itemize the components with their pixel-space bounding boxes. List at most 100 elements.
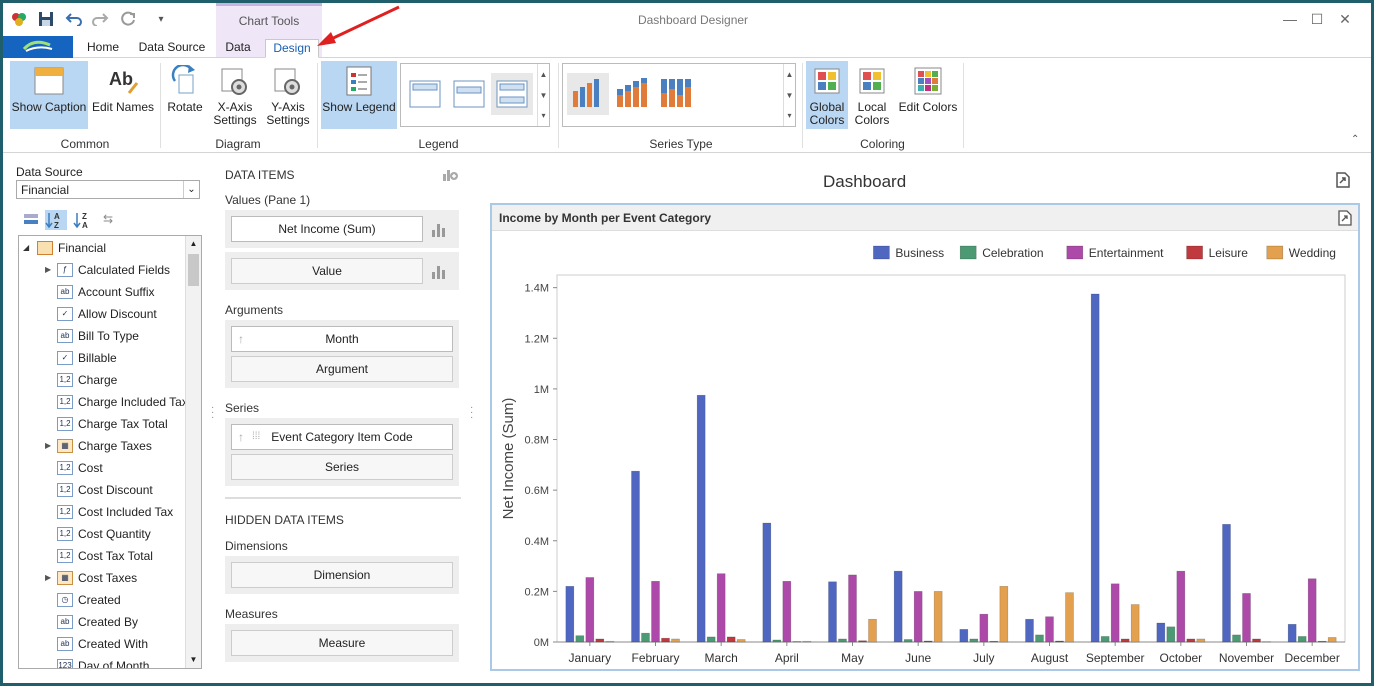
- refresh-icon[interactable]: [118, 10, 138, 28]
- measure-placeholder[interactable]: Measure: [231, 630, 453, 656]
- data-source-select[interactable]: Financial ⌄: [16, 180, 200, 199]
- refresh-fields-icon[interactable]: ⇆: [103, 212, 119, 228]
- field-list-item-label: Cost Included Tax: [78, 505, 174, 519]
- field-list-item[interactable]: 1,2 Cost Included Tax: [19, 501, 185, 523]
- field-list-item[interactable]: 1,2 Charge Tax Total: [19, 413, 185, 435]
- series-type-full-stacked-option[interactable]: [655, 73, 697, 115]
- minimize-button[interactable]: —: [1278, 9, 1302, 29]
- field-list-item-label: Cost: [78, 461, 103, 475]
- legend-swatch: [1066, 245, 1084, 260]
- bar-wedding-october: [1196, 638, 1206, 643]
- field-list-item[interactable]: 1,2 Cost Quantity: [19, 523, 185, 545]
- dimension-placeholder[interactable]: Dimension: [231, 562, 453, 588]
- show-caption-button[interactable]: Show Caption: [10, 61, 88, 129]
- expand-arrow-icon[interactable]: ▶: [45, 435, 51, 457]
- field-list-item[interactable]: 123 Day of Month: [19, 655, 185, 668]
- x-axis-settings-button[interactable]: X-Axis Settings: [210, 61, 260, 129]
- data-source-value: Financial: [21, 183, 70, 197]
- field-list-item[interactable]: ▶ ƒ Calculated Fields: [19, 259, 185, 281]
- field-list-item[interactable]: ab Bill To Type: [19, 325, 185, 347]
- local-colors-button[interactable]: Local Colors: [851, 61, 893, 129]
- save-icon[interactable]: [36, 10, 56, 28]
- customize-qat-icon[interactable]: ▾: [151, 10, 171, 28]
- x-axis-tick-label: July: [973, 651, 994, 665]
- legend-position-option[interactable]: [448, 73, 490, 115]
- field-list-item[interactable]: ◷ Created: [19, 589, 185, 611]
- field-list-item[interactable]: ✓ Billable: [19, 347, 185, 369]
- grid-icon: ⁞⁞⁞: [252, 431, 261, 442]
- field-list-item[interactable]: ✓ Allow Discount: [19, 303, 185, 325]
- field-list-item[interactable]: 1,2 Cost Discount: [19, 479, 185, 501]
- field-list-item[interactable]: 1,2 Cost Tax Total: [19, 545, 185, 567]
- ribbon: Show Caption Ab Edit Names Common Rotate…: [3, 58, 1371, 153]
- tab-data-source[interactable]: Data Source: [137, 39, 207, 58]
- edit-names-button[interactable]: Ab Edit Names: [91, 61, 155, 129]
- series-placeholder[interactable]: Series: [231, 454, 453, 480]
- dashboard-title: Dashboard: [823, 172, 907, 191]
- legend-position-option[interactable]: [404, 73, 446, 115]
- export-dashboard-icon[interactable]: [1334, 171, 1352, 189]
- scroll-thumb: [188, 254, 199, 286]
- x-axis-tick-label: June: [905, 651, 931, 665]
- show-legend-button[interactable]: Show Legend: [321, 61, 397, 129]
- field-list-item[interactable]: 1,2 Charge: [19, 369, 185, 391]
- collapse-ribbon-icon[interactable]: ⌃: [1351, 134, 1359, 145]
- legend-position-option-selected[interactable]: [491, 73, 533, 115]
- field-list-item[interactable]: ▶ ▦ Cost Taxes: [19, 567, 185, 589]
- bar-entertainment-september: [1110, 583, 1120, 643]
- field-list-item[interactable]: ab Created With: [19, 633, 185, 655]
- argument-placeholder[interactable]: Argument: [231, 356, 453, 382]
- field-list-item-label: Cost Taxes: [78, 571, 138, 585]
- bar-chart-options-icon[interactable]: [431, 264, 447, 280]
- field-list-scrollbar[interactable]: ▲ ▼: [185, 236, 201, 668]
- group-by-type-icon[interactable]: [23, 212, 39, 228]
- value-placeholder[interactable]: Value: [231, 258, 423, 284]
- splitter-grip-icon[interactable]: · · ·: [470, 403, 473, 423]
- y-axis-settings-button[interactable]: Y-Axis Settings: [263, 61, 313, 129]
- gallery-scroll[interactable]: ▲ ▼ ▾: [783, 64, 795, 126]
- bar-business-december: [1287, 623, 1297, 643]
- legend-label: Celebration: [982, 246, 1043, 260]
- sort-descending-icon[interactable]: ZA: [73, 210, 95, 230]
- expand-arrow-icon[interactable]: ▶: [45, 567, 51, 589]
- field-list-item[interactable]: 1,2 Charge Included Tax: [19, 391, 188, 413]
- gallery-scroll[interactable]: ▲ ▼ ▾: [537, 64, 549, 126]
- expand-arrow-icon[interactable]: ▶: [45, 259, 51, 281]
- field-list-item[interactable]: ab Created By: [19, 611, 185, 633]
- bar-entertainment-october: [1176, 570, 1186, 643]
- bar-chart-options-icon[interactable]: [431, 222, 447, 238]
- field-list-item[interactable]: ▶ ▦ Charge Taxes: [19, 435, 185, 457]
- bar-wedding-january: [605, 640, 615, 643]
- bar-celebration-august: [1035, 634, 1044, 643]
- field-list-root[interactable]: ◢ Financial: [19, 237, 185, 259]
- chart-dashboard-item[interactable]: Income by Month per Event Category Busin…: [490, 203, 1360, 671]
- field-list-item[interactable]: 1,2 Cost: [19, 457, 185, 479]
- series-type-bar-option[interactable]: [567, 73, 609, 115]
- series-type-stacked-option[interactable]: [611, 73, 653, 115]
- bar-wedding-december: [1327, 637, 1337, 643]
- event-category-series-item[interactable]: ↑ ⁞⁞⁞ Event Category Item Code: [231, 424, 453, 450]
- legend-swatch: [959, 245, 977, 260]
- group-label-diagram: Diagram: [215, 137, 261, 151]
- gallery-down-icon: ▼: [785, 91, 794, 100]
- add-pane-icon[interactable]: [441, 166, 459, 182]
- sort-ascending-icon[interactable]: AZ: [45, 210, 67, 230]
- field-list-item[interactable]: ab Account Suffix: [19, 281, 185, 303]
- net-income-value-item[interactable]: Net Income (Sum): [231, 216, 423, 242]
- tab-home[interactable]: Home: [81, 39, 125, 58]
- global-colors-button[interactable]: Global Colors: [806, 61, 848, 129]
- close-button[interactable]: ✕: [1333, 9, 1357, 29]
- rotate-button[interactable]: Rotate: [163, 61, 207, 129]
- edit-colors-button[interactable]: Edit Colors: [897, 61, 959, 129]
- month-argument-item[interactable]: ↑ Month: [231, 326, 453, 352]
- redo-icon[interactable]: [90, 10, 110, 28]
- file-menu-button[interactable]: [3, 36, 73, 58]
- maximize-button[interactable]: ☐: [1305, 9, 1329, 29]
- app-icon[interactable]: [9, 10, 29, 28]
- tab-data[interactable]: Data: [221, 39, 255, 58]
- splitter-grip-icon[interactable]: · · ·: [211, 403, 214, 423]
- x-axis-tick-label: February: [631, 651, 679, 665]
- export-chart-icon[interactable]: [1337, 210, 1353, 226]
- undo-icon[interactable]: [64, 10, 84, 28]
- event-category-series-label: Event Category Item Code: [271, 430, 413, 444]
